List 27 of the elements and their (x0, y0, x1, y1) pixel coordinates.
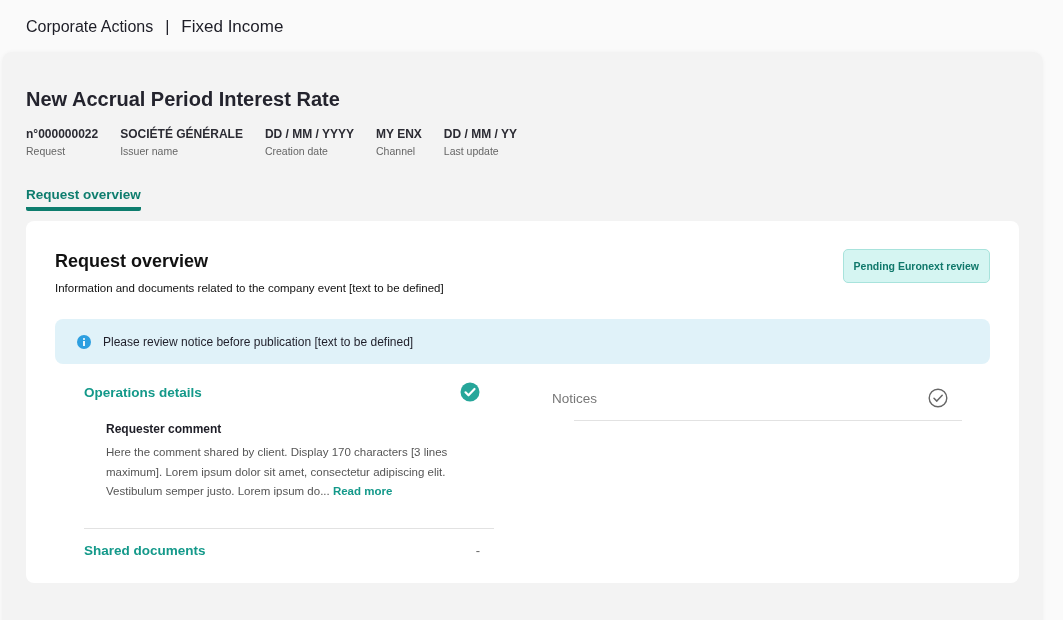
accordion-header[interactable]: Notices (552, 390, 597, 406)
section-title: Request overview (55, 251, 210, 272)
breadcrumb-item: Fixed Income (181, 16, 284, 37)
meta-value: MY ENX (376, 127, 422, 141)
info-icon (77, 334, 91, 349)
meta-label: Creation date (264, 145, 329, 157)
read-more-link[interactable]: Read more (332, 485, 393, 497)
comment-title: Requester comment (106, 422, 223, 436)
accordion-header[interactable]: Shared documents (84, 542, 206, 558)
meta-label: Request (26, 145, 67, 157)
section-subtitle: Information and documents related to the company event [text to be defined] (55, 282, 444, 294)
meta-value: DD / MM / YY (443, 127, 517, 141)
meta-label: Last update (443, 145, 500, 157)
meta-label: Issuer name (120, 145, 179, 157)
breadcrumb-separator: | (165, 17, 170, 36)
request-title: New Accrual Period Interest Rate (26, 88, 341, 111)
meta-value: n°000000022 (26, 127, 99, 141)
documents-value: - (475, 542, 480, 558)
accordion-header[interactable]: Operations details (84, 384, 202, 400)
meta-value: SOCIÉTÉ GÉNÉRALE (120, 127, 243, 141)
comment-text: Here the comment shared by client. Display 170 characters [3 lines maximum]. Lorem ipsum dolor sit amet, consectetur adipiscing elit. Vestibulum semper justo. Lorem ipsum do... Read more (106, 445, 449, 499)
meta-value: DD / MM / YYYY (264, 127, 355, 141)
tab[interactable]: Request overview (26, 187, 141, 211)
meta-label: Channel (376, 145, 417, 157)
breadcrumb-item[interactable]: Corporate Actions (26, 17, 154, 36)
alert-message: Please review notice before publication [text to be defined] (103, 334, 414, 349)
status-badge: Pending Euronext review (842, 249, 990, 283)
